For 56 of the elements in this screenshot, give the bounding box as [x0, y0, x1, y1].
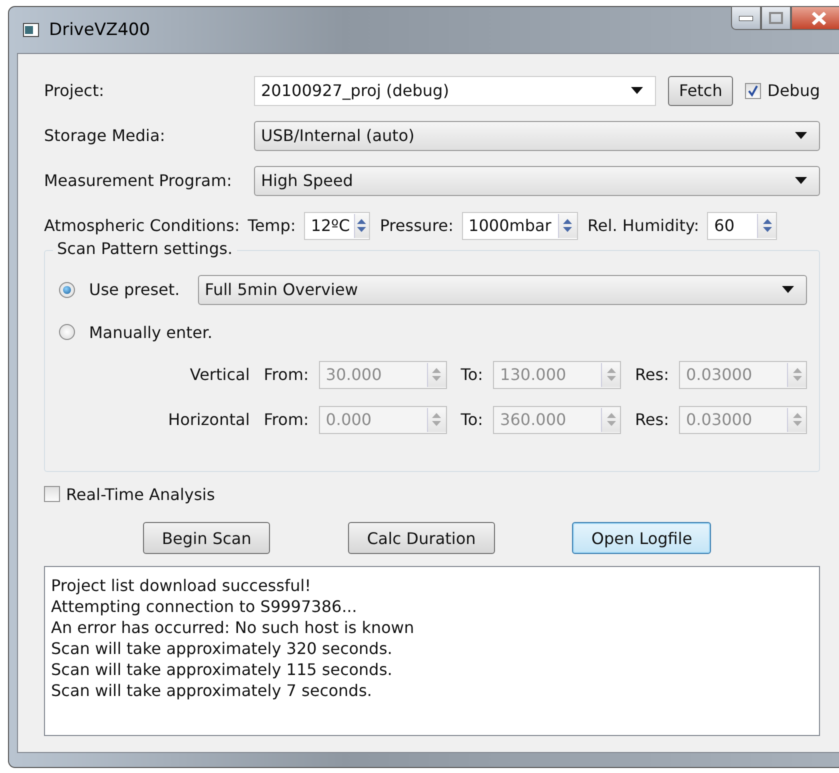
caret-icon: [630, 87, 643, 94]
radio-button[interactable]: [59, 324, 75, 340]
log-line: Scan will take approximately 7 seconds.: [51, 680, 374, 701]
log-line: Scan will take approximately 115 seconds.: [51, 659, 394, 680]
group-title: Scan Pattern settings.: [53, 239, 237, 258]
radio-label: Manually enter.: [89, 322, 212, 342]
maximize-button[interactable]: [761, 6, 791, 30]
spin-field[interactable]: 12ºC: [304, 212, 370, 240]
preset-dropdown[interactable]: Full 5min Overview: [198, 274, 807, 304]
maximize-icon: [769, 12, 783, 24]
project-dropdown[interactable]: 20100927_proj (debug): [254, 76, 656, 106]
field-label: Project:: [44, 81, 106, 100]
log-line: Attempting connection to S9997386...: [51, 596, 358, 617]
field-label: Res:: [635, 410, 669, 429]
action-button[interactable]: Open Logfile: [572, 522, 712, 554]
storage-dropdown[interactable]: USB/Internal (auto): [254, 120, 820, 150]
radio-label: Use preset.: [89, 280, 180, 299]
minimize-button[interactable]: [731, 6, 761, 30]
radio-button[interactable]: [59, 282, 75, 298]
checkbox[interactable]: [44, 486, 60, 502]
field-label: Rel. Humidity:: [588, 216, 700, 235]
action-button[interactable]: Calc Duration: [348, 522, 495, 554]
action-button[interactable]: Begin Scan: [142, 522, 270, 554]
log-line: Scan will take approximately 320 seconds.: [51, 638, 394, 659]
row-label: Vertical: [190, 365, 250, 384]
close-button[interactable]: [791, 6, 839, 30]
program-dropdown[interactable]: High Speed: [254, 166, 820, 196]
field-label: Temp:: [248, 216, 296, 235]
field-label: From:: [264, 365, 309, 384]
field-label: Storage Media:: [44, 126, 166, 145]
field-label: Res:: [635, 365, 669, 384]
row-label: Horizontal: [168, 410, 250, 429]
checkbox-label: Debug: [767, 81, 820, 100]
caret-icon: [782, 286, 794, 293]
spin-buttons-icon[interactable]: [558, 214, 577, 238]
field-label: Measurement Program:: [44, 171, 233, 190]
checkbox-label: Real-Time Analysis: [66, 484, 215, 504]
app-icon: [23, 23, 39, 37]
spin-field[interactable]: 1000mbar: [462, 212, 578, 240]
log-line: Project list download successful!: [51, 575, 312, 596]
spin-buttons-icon[interactable]: [757, 214, 776, 238]
spin-field[interactable]: 60: [707, 212, 778, 240]
fetch-button[interactable]: Fetch: [668, 76, 734, 106]
caret-icon: [795, 177, 807, 184]
log-line: An error has occurred: No such host is known: [51, 617, 416, 638]
field-label: To:: [460, 365, 484, 384]
minimize-icon: [739, 16, 753, 20]
field-label: Atmospheric Conditions:: [44, 216, 240, 235]
spin-buttons-icon[interactable]: [354, 214, 369, 238]
window-title: DriveVZ400: [49, 20, 150, 40]
field-label: Pressure:: [380, 216, 454, 235]
caret-icon: [795, 132, 807, 139]
checkbox[interactable]: [745, 82, 762, 98]
field-label: From:: [264, 410, 309, 429]
field-label: To:: [460, 410, 484, 429]
close-icon: [811, 12, 827, 24]
